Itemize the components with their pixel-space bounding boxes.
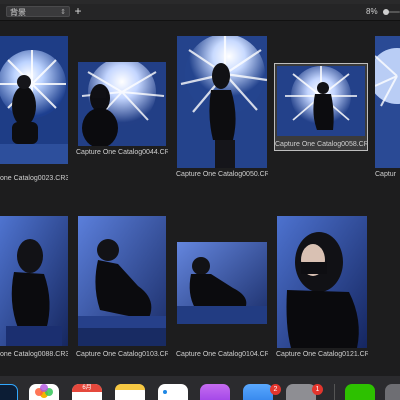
reminders-app-icon[interactable] xyxy=(158,384,188,400)
thumbnail-cell[interactable]: Capture One Catalog0121.CR3 xyxy=(276,216,368,362)
thumbnail-caption: Capture One Catalog0104.CR3 xyxy=(176,351,268,358)
notes-header-stripe xyxy=(115,384,145,390)
thumbnail-caption: one Catalog0023.CR3 xyxy=(0,175,68,182)
thumbnail-cell[interactable]: Capture One Catalog0050.CR3 xyxy=(176,36,268,186)
thumbnail-cell[interactable]: one Catalog0088.CR3 xyxy=(0,216,68,362)
thumbnail-cell[interactable]: Capture One Catalog0103.CR3 xyxy=(76,216,168,362)
thumbnail-cell[interactable]: Captur xyxy=(375,36,400,186)
photo-thumbnail xyxy=(78,216,166,346)
thumbnail-caption: Capture One Catalog0058.CR3 xyxy=(275,141,367,148)
photo-thumbnail xyxy=(277,216,367,348)
thumbnail-cell[interactable]: Capture One Catalog0104.CR3 xyxy=(176,242,268,362)
calendar-month: 6月 xyxy=(72,384,102,392)
slider-thumb[interactable] xyxy=(383,9,389,15)
podcasts-app-icon[interactable] xyxy=(200,384,230,400)
thumbnail-caption: one Catalog0088.CR3 xyxy=(0,351,68,358)
notes-app-icon[interactable] xyxy=(115,384,145,400)
chevron-updown-icon: ⇕ xyxy=(60,9,66,16)
photo-thumbnail xyxy=(0,216,68,346)
notification-badge: 2 xyxy=(270,384,281,395)
reminders-dot-icon xyxy=(163,390,167,394)
thumbnail-size-slider[interactable] xyxy=(383,9,400,15)
browser-toolbar: 背景 ⇕ + 8% xyxy=(0,4,400,21)
photo-browser-window: 背景 ⇕ + 8% one Catalog0023.CR3 Capture On… xyxy=(0,0,400,400)
xcode-app-icon[interactable] xyxy=(243,384,273,400)
background-select-value: 背景 xyxy=(10,8,26,17)
zoom-level: 8% xyxy=(366,7,378,16)
photo-thumbnail xyxy=(177,36,267,168)
thumbnail-caption: Capture One Catalog0050.CR3 xyxy=(176,171,268,178)
photo-thumbnail xyxy=(277,66,365,136)
dock: 6月 2 1 xyxy=(0,376,400,400)
photos-app-icon[interactable] xyxy=(29,384,59,400)
photo-thumbnail xyxy=(78,62,166,146)
calendar-app-icon[interactable]: 6月 xyxy=(72,384,102,400)
thumbnail-caption: Captur xyxy=(375,171,397,178)
add-button[interactable]: + xyxy=(73,5,83,17)
photos-flower-icon xyxy=(35,384,53,398)
thumbnail-cell[interactable]: one Catalog0023.CR3 xyxy=(0,36,68,186)
photo-thumbnail xyxy=(177,242,267,324)
photo-thumbnail xyxy=(375,36,400,168)
thumbnail-cell-selected[interactable]: Capture One Catalog0058.CR3 xyxy=(274,63,368,151)
photo-thumbnail xyxy=(0,36,68,164)
divider-spacer xyxy=(334,384,335,400)
app-icon-partial[interactable] xyxy=(385,384,400,400)
thumbnail-caption: Capture One Catalog0044.CR3 xyxy=(76,149,168,156)
photoshop-app-icon[interactable] xyxy=(0,384,18,400)
notification-badge: 1 xyxy=(312,384,323,395)
wechat-app-icon[interactable] xyxy=(345,384,375,400)
thumbnail-cell[interactable]: Capture One Catalog0044.CR3 xyxy=(76,62,168,180)
background-select[interactable]: 背景 ⇕ xyxy=(6,6,70,17)
thumbnail-caption: Capture One Catalog0103.CR3 xyxy=(76,351,168,358)
thumbnail-caption: Capture One Catalog0121.CR3 xyxy=(276,351,368,358)
